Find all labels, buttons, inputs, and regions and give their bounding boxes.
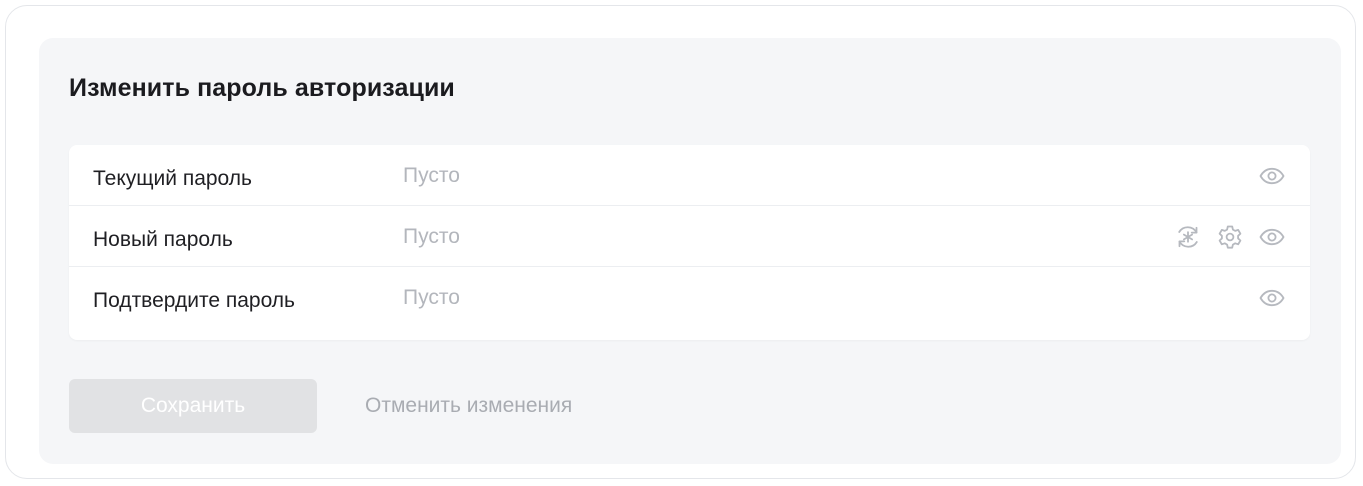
current-password-input[interactable] bbox=[399, 159, 1103, 193]
new-password-icons bbox=[1174, 222, 1286, 252]
eye-icon[interactable] bbox=[1258, 162, 1286, 190]
generate-password-icon[interactable] bbox=[1174, 223, 1202, 251]
current-password-row: Текущий пароль bbox=[69, 145, 1310, 206]
page-title: Изменить пароль авторизации bbox=[69, 74, 455, 102]
new-password-label: Новый пароль bbox=[93, 228, 233, 251]
new-password-input[interactable] bbox=[399, 220, 1103, 254]
page-frame: Изменить пароль авторизации Текущий паро… bbox=[5, 5, 1356, 479]
gear-icon[interactable] bbox=[1216, 223, 1244, 251]
confirm-password-input[interactable] bbox=[399, 281, 1103, 315]
current-password-icons bbox=[1258, 161, 1286, 191]
change-password-panel: Изменить пароль авторизации Текущий паро… bbox=[39, 38, 1341, 464]
eye-icon[interactable] bbox=[1258, 284, 1286, 312]
confirm-password-row: Подтвердите пароль bbox=[69, 267, 1310, 334]
confirm-password-label: Подтвердите пароль bbox=[93, 289, 296, 312]
password-form: Текущий пароль Новый пароль Подтвердите … bbox=[69, 145, 1310, 340]
current-password-label: Текущий пароль bbox=[93, 167, 252, 190]
form-actions: Сохранить Отменить изменения bbox=[69, 379, 572, 433]
eye-icon[interactable] bbox=[1258, 223, 1286, 251]
save-button[interactable]: Сохранить bbox=[69, 379, 317, 433]
new-password-row: Новый пароль bbox=[69, 206, 1310, 267]
cancel-changes-button[interactable]: Отменить изменения bbox=[365, 394, 572, 418]
confirm-password-icons bbox=[1258, 283, 1286, 313]
